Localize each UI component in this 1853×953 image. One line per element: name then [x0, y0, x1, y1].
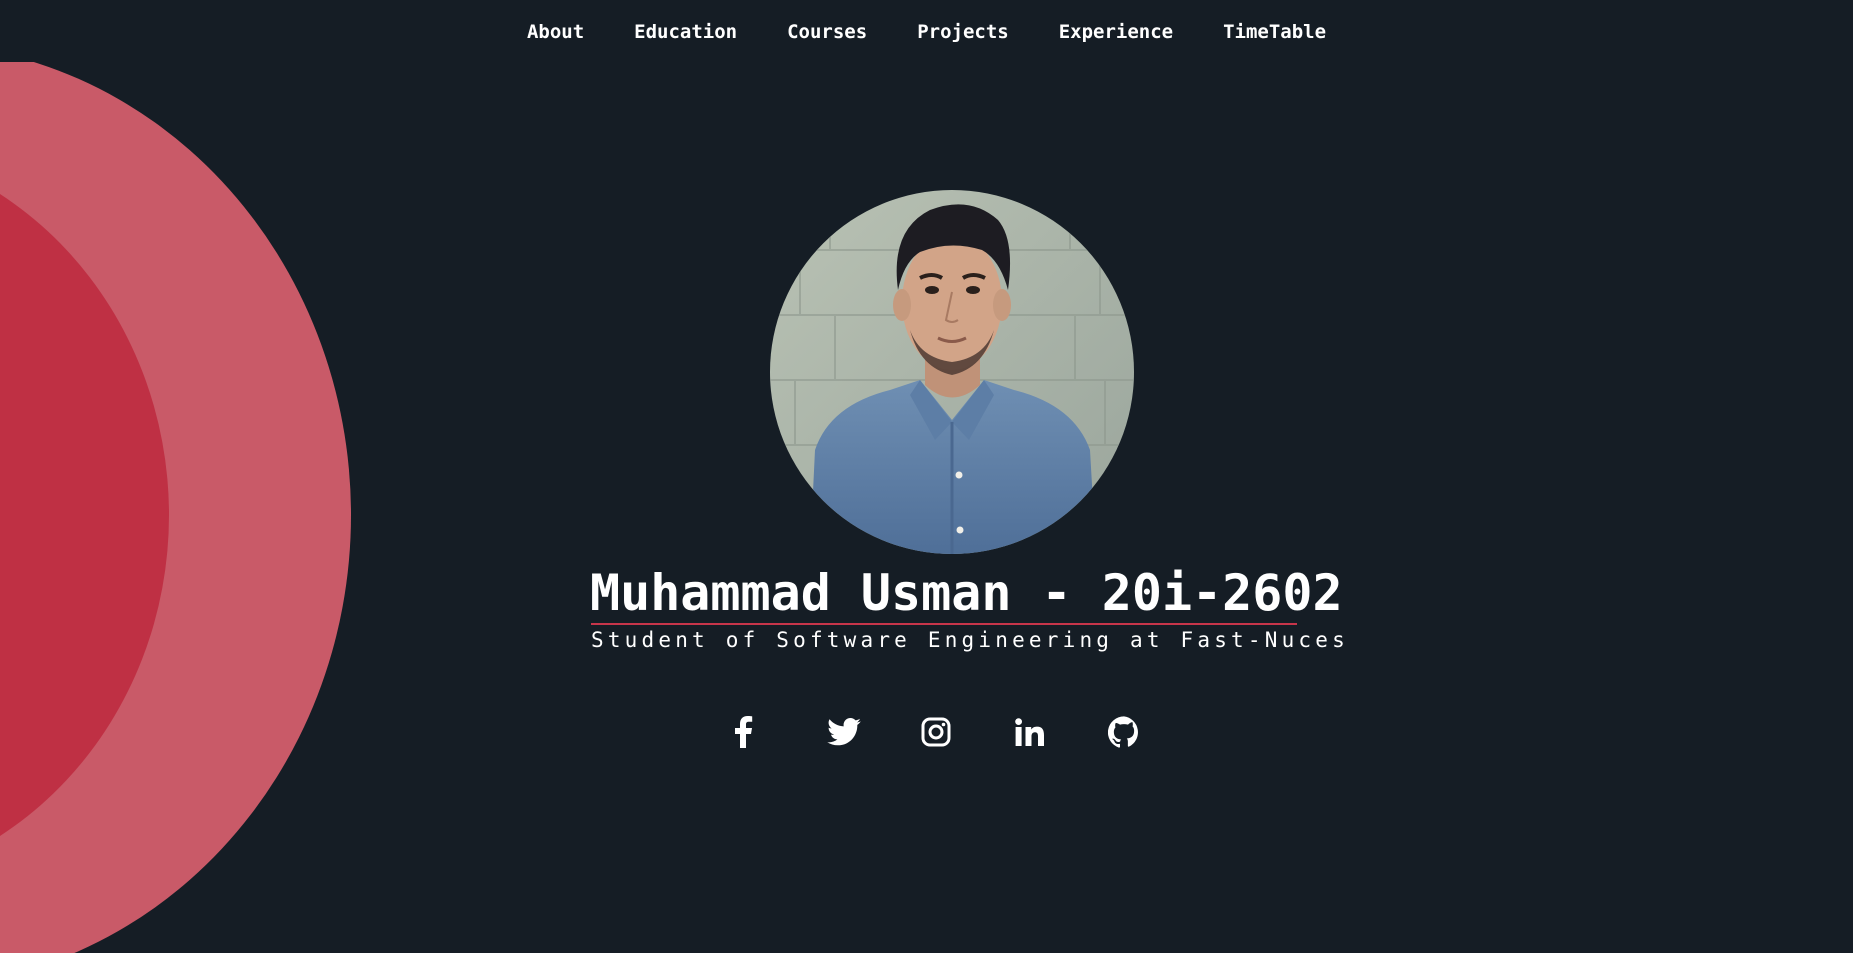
nav-item-experience[interactable]: Experience: [1034, 20, 1198, 44]
page: About Education Courses Projects Experie…: [0, 0, 1853, 953]
instagram-icon: [921, 717, 951, 747]
nav-item-timetable[interactable]: TimeTable: [1198, 20, 1351, 44]
profile-photo: [770, 190, 1134, 554]
main-nav: About Education Courses Projects Experie…: [0, 20, 1853, 44]
title-divider: [591, 623, 1297, 625]
nav-item-about[interactable]: About: [502, 20, 609, 44]
linkedin-link[interactable]: [1010, 712, 1050, 752]
nav-item-projects[interactable]: Projects: [892, 20, 1034, 44]
subtitle: Student of Software Engineering at Fast-…: [591, 628, 1349, 652]
facebook-icon: [733, 716, 753, 748]
facebook-link[interactable]: [723, 712, 763, 752]
twitter-icon: [827, 718, 861, 746]
twitter-link[interactable]: [824, 712, 864, 752]
social-links: [0, 712, 1853, 752]
github-link[interactable]: [1104, 712, 1144, 752]
nav-item-courses[interactable]: Courses: [762, 20, 892, 44]
instagram-link[interactable]: [916, 712, 956, 752]
linkedin-icon: [1015, 718, 1045, 746]
page-title: Muhammad Usman - 20i-2602: [590, 564, 1343, 622]
github-icon: [1108, 716, 1140, 748]
nav-item-education[interactable]: Education: [609, 20, 762, 44]
